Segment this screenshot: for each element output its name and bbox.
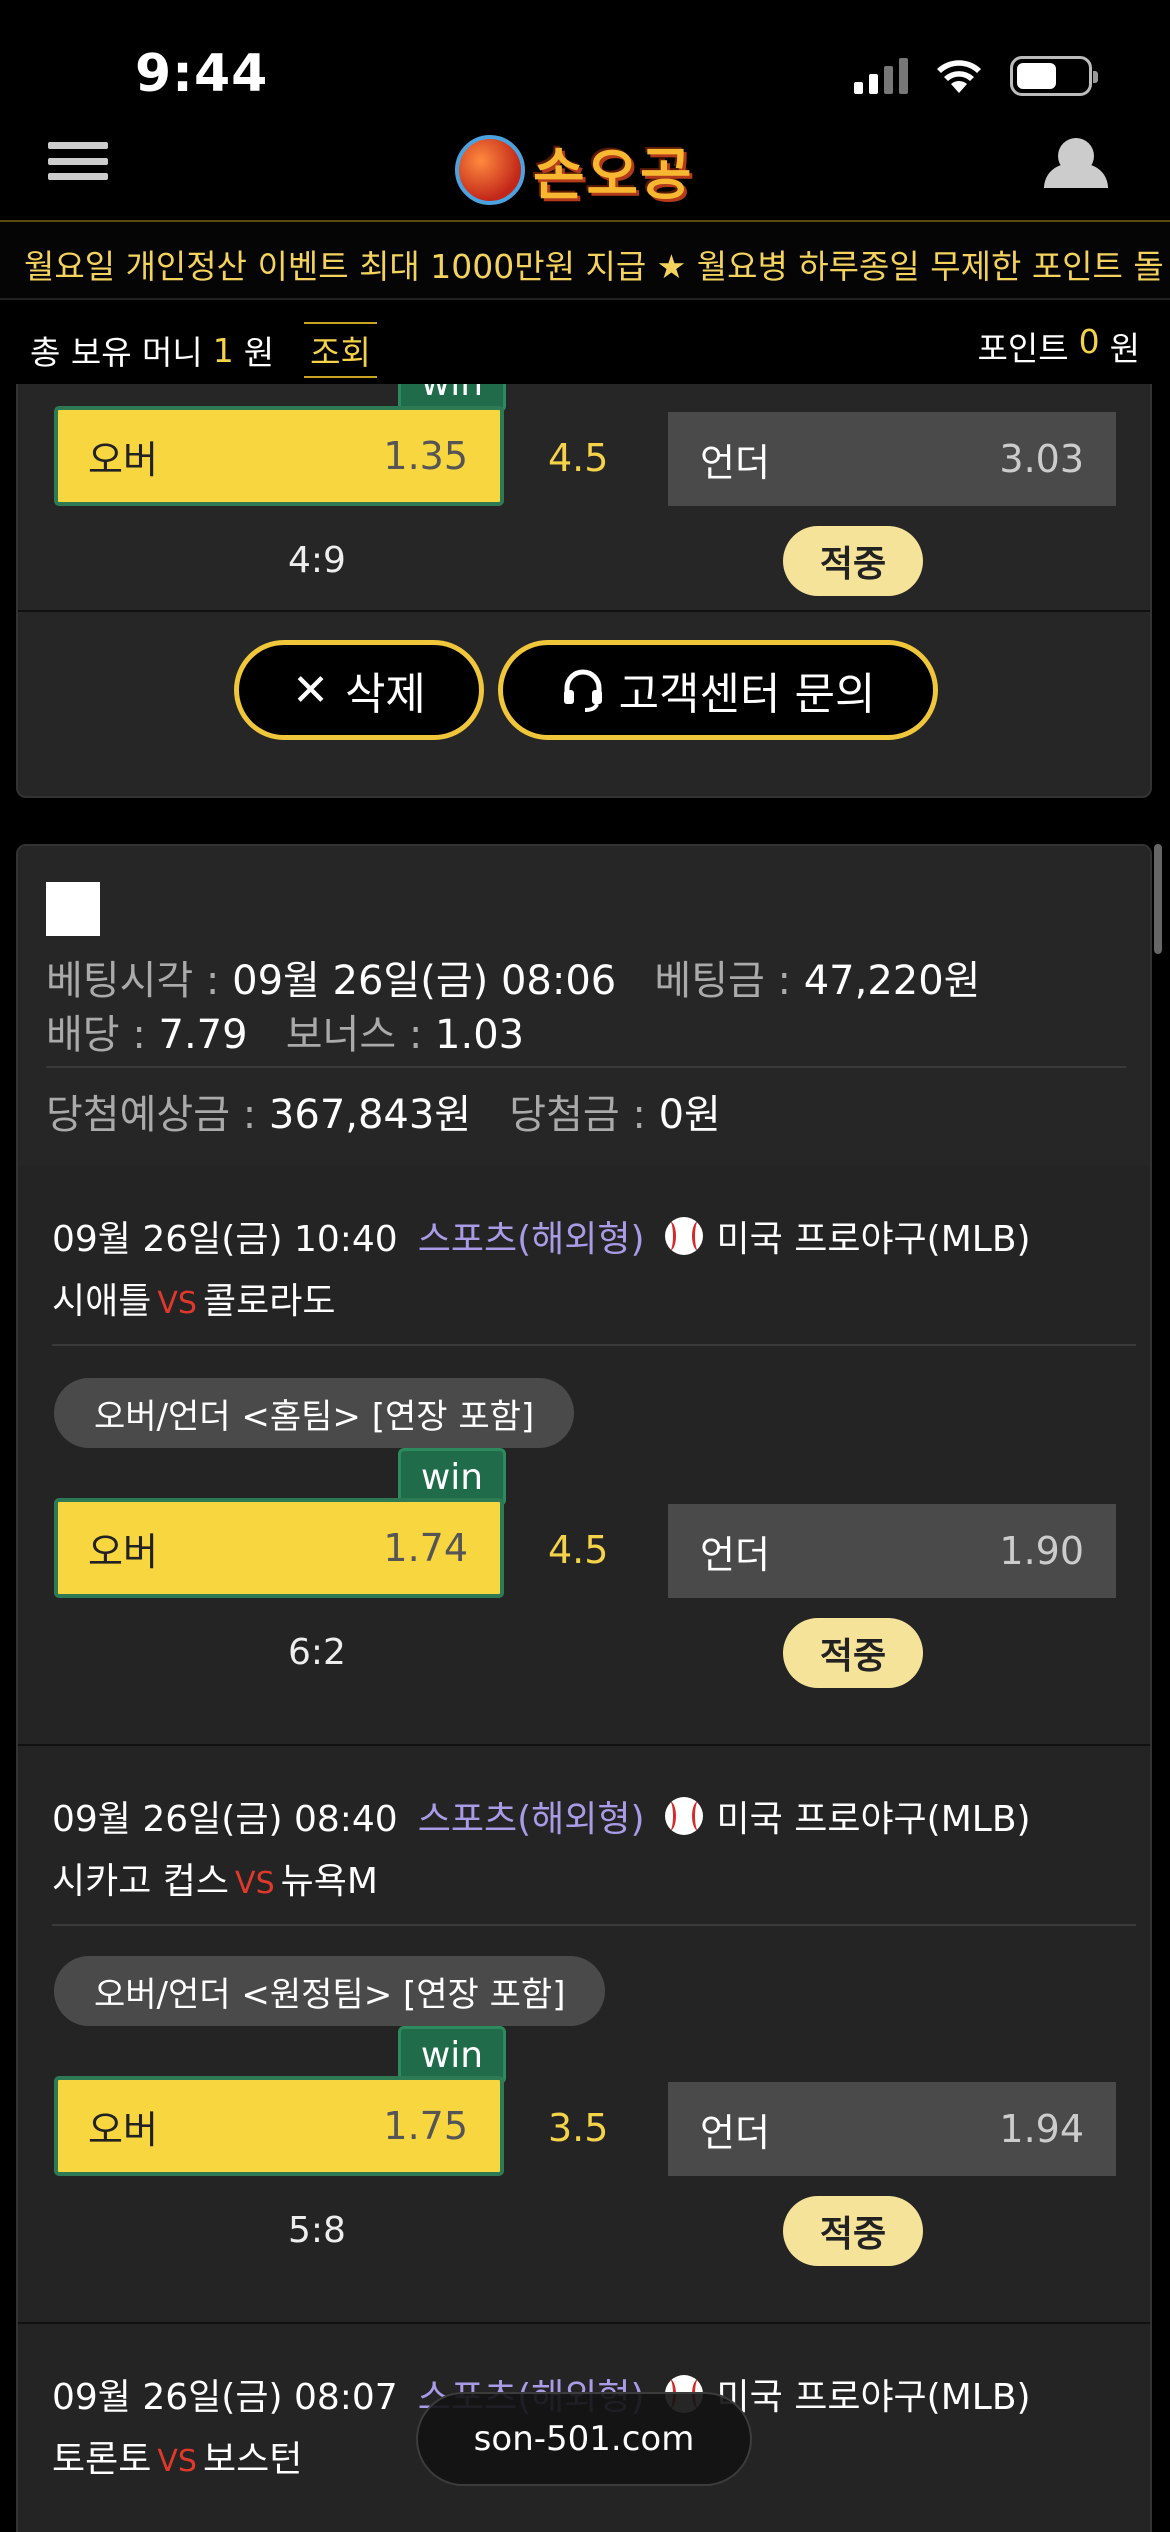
payout-line: 당첨예상금 : 367,843원 당첨금 : 0원 — [46, 1092, 721, 1138]
bet-option-row: 오버 1.74 4.5 언더 1.90 — [18, 1498, 1150, 1598]
bet-option-row: 오버 1.35 4.5 언더 3.03 — [18, 406, 1150, 506]
line-value: 3.5 — [548, 2106, 609, 2150]
game-score: 4:9 — [288, 540, 346, 581]
close-icon: ✕ — [292, 664, 329, 716]
wifi-icon — [937, 60, 981, 93]
matchup: 토론토 VS 보스턴 — [52, 2439, 303, 2480]
status-bar: 9:44 — [0, 0, 1170, 130]
baseball-icon — [664, 1797, 703, 1835]
bet-time-line: 베팅시각 : 09월 26일(금) 08:06 베팅금 : 47,220원 — [46, 958, 981, 1004]
result-badge: 적중 — [783, 526, 923, 596]
bet-slip-card: 베팅시각 : 09월 26일(금) 08:06 베팅금 : 47,220원 배당… — [16, 844, 1152, 2532]
money-balance: 총 보유 머니 1 원 조회 — [30, 322, 377, 378]
game-score: 6:2 — [288, 1632, 346, 1673]
money-unit: 원 — [243, 333, 275, 372]
league-name: 미국 프로야구(MLB) — [716, 2377, 1031, 2418]
point-unit: 원 — [1109, 329, 1140, 368]
bet-option-row: 오버 1.75 3.5 언더 1.94 — [18, 2076, 1150, 2176]
game-meta: 09월 26일(금) 10:40 스포츠(해외형) 미국 프로야구(MLB) — [52, 1210, 1031, 1262]
league-name: 미국 프로야구(MLB) — [716, 1219, 1031, 1260]
baseball-icon — [664, 1217, 703, 1255]
matchup: 시카고 컵스 VS 뉴욕M — [52, 1861, 378, 1902]
result-badge: 적중 — [783, 2196, 923, 2266]
result-badge: 적중 — [783, 1618, 923, 1688]
divider — [52, 1924, 1136, 1926]
market-tag: 오버/언더 <홈팀> [연장 포함] — [54, 1378, 575, 1448]
line-value: 4.5 — [548, 436, 609, 480]
scrollbar[interactable] — [1154, 844, 1162, 954]
point-label: 포인트 — [977, 329, 1069, 368]
over-pick-selected[interactable]: 오버 1.35 — [54, 406, 504, 506]
game-item: 09월 26일(금) 08:40 스포츠(해외형) 미국 프로야구(MLB) 시… — [18, 1746, 1150, 2322]
select-checkbox[interactable] — [46, 882, 100, 936]
logo-mark-icon — [455, 135, 525, 205]
account-bar: 총 보유 머니 1 원 조회 포인트 0 원 — [0, 300, 1170, 384]
bet-slip-card: win 오버 1.35 4.5 언더 3.03 4:9 적중 ✕ 삭제 — [16, 384, 1152, 798]
query-button[interactable]: 조회 — [304, 322, 377, 378]
over-pick-selected[interactable]: 오버 1.75 — [54, 2076, 504, 2176]
status-icons — [854, 56, 1098, 96]
matchup: 시애틀 VS 콜로라도 — [52, 1281, 336, 1322]
under-pick[interactable]: 언더 3.03 — [668, 412, 1116, 506]
league-name: 미국 프로야구(MLB) — [716, 1799, 1031, 1840]
divider — [52, 1344, 1136, 1346]
game-meta: 09월 26일(금) 08:40 스포츠(해외형) 미국 프로야구(MLB) — [52, 1790, 1031, 1842]
bet-summary: 베팅시각 : 09월 26일(금) 08:06 베팅금 : 47,220원 배당… — [18, 846, 1150, 1166]
notice-marquee: 월요일 개인정산 이벤트 최대 1000만원 지급 ★ 월요병 하루종일 무제한… — [0, 220, 1170, 300]
hamburger-menu-icon[interactable] — [48, 142, 108, 180]
notice-text: 월요일 개인정산 이벤트 최대 1000만원 지급 ★ 월요병 하루종일 무제한… — [24, 247, 1164, 286]
sport-category-link[interactable]: 스포츠(해외형) — [418, 1210, 645, 1262]
site-logo[interactable]: 손오공 — [455, 130, 735, 210]
delete-button[interactable]: ✕ 삭제 — [234, 640, 484, 740]
over-pick-selected[interactable]: 오버 1.74 — [54, 1498, 504, 1598]
status-time: 9:44 — [135, 44, 269, 104]
line-value: 4.5 — [548, 1528, 609, 1572]
divider — [46, 1066, 1126, 1068]
card-actions: ✕ 삭제 고객센터 문의 — [18, 610, 1150, 780]
sport-category-link[interactable]: 스포츠(해외형) — [418, 1790, 645, 1842]
customer-support-button[interactable]: 고객센터 문의 — [498, 640, 938, 740]
odds-line: 배당 : 7.79 보너스 : 1.03 — [46, 1012, 525, 1058]
headset-icon — [563, 669, 602, 712]
money-label: 총 보유 머니 — [30, 333, 203, 372]
logo-text: 손오공 — [533, 142, 694, 208]
market-tag: 오버/언더 <원정팀> [연장 포함] — [54, 1956, 606, 2026]
point-value: 0 — [1078, 322, 1100, 361]
under-pick[interactable]: 언더 1.90 — [668, 1504, 1116, 1598]
point-balance: 포인트 0 원 — [978, 322, 1140, 370]
game-item: 09월 26일(금) 10:40 스포츠(해외형) 미국 프로야구(MLB) 시… — [18, 1166, 1150, 1744]
bet-history-list[interactable]: win 오버 1.35 4.5 언더 3.03 4:9 적중 ✕ 삭제 — [0, 384, 1170, 2532]
battery-icon — [1010, 56, 1098, 96]
cellular-signal-icon — [854, 58, 908, 94]
browser-url-pill[interactable]: son-501.com — [416, 2392, 752, 2486]
app-header: 손오공 — [0, 130, 1170, 220]
under-pick[interactable]: 언더 1.94 — [668, 2082, 1116, 2176]
money-value: 1 — [212, 330, 234, 370]
game-score: 5:8 — [288, 2210, 346, 2251]
user-profile-icon[interactable] — [1044, 138, 1108, 188]
